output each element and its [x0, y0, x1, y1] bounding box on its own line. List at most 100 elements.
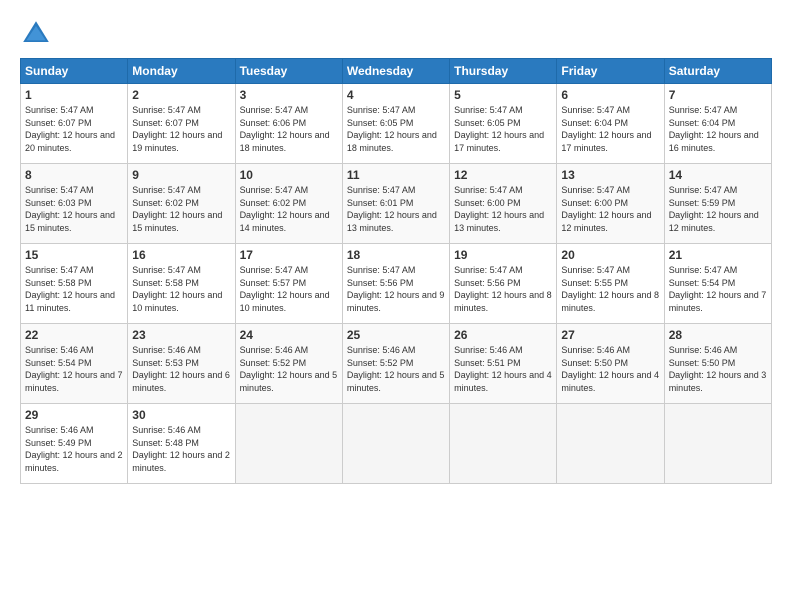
- calendar-cell: [557, 404, 664, 484]
- day-info: Sunrise: 5:46 AMSunset: 5:50 PMDaylight:…: [561, 344, 659, 394]
- day-info: Sunrise: 5:47 AMSunset: 6:05 PMDaylight:…: [454, 104, 552, 154]
- day-info: Sunrise: 5:47 AMSunset: 6:04 PMDaylight:…: [561, 104, 659, 154]
- day-number: 11: [347, 168, 445, 182]
- day-info: Sunrise: 5:46 AMSunset: 5:48 PMDaylight:…: [132, 424, 230, 474]
- calendar-cell: 7 Sunrise: 5:47 AMSunset: 6:04 PMDaylight…: [664, 84, 771, 164]
- day-number: 13: [561, 168, 659, 182]
- day-info: Sunrise: 5:47 AMSunset: 6:00 PMDaylight:…: [454, 184, 552, 234]
- day-info: Sunrise: 5:47 AMSunset: 6:02 PMDaylight:…: [132, 184, 230, 234]
- header: [20, 18, 772, 50]
- day-number: 23: [132, 328, 230, 342]
- day-number: 3: [240, 88, 338, 102]
- calendar-week-2: 8 Sunrise: 5:47 AMSunset: 6:03 PMDaylight…: [21, 164, 772, 244]
- day-info: Sunrise: 5:47 AMSunset: 5:56 PMDaylight:…: [454, 264, 552, 314]
- day-number: 19: [454, 248, 552, 262]
- day-number: 21: [669, 248, 767, 262]
- day-info: Sunrise: 5:47 AMSunset: 5:57 PMDaylight:…: [240, 264, 338, 314]
- day-number: 22: [25, 328, 123, 342]
- weekday-header-friday: Friday: [557, 59, 664, 84]
- day-number: 2: [132, 88, 230, 102]
- day-number: 28: [669, 328, 767, 342]
- calendar-cell: 9 Sunrise: 5:47 AMSunset: 6:02 PMDaylight…: [128, 164, 235, 244]
- calendar-cell: 17 Sunrise: 5:47 AMSunset: 5:57 PMDayligh…: [235, 244, 342, 324]
- day-info: Sunrise: 5:47 AMSunset: 6:01 PMDaylight:…: [347, 184, 445, 234]
- calendar-cell: 11 Sunrise: 5:47 AMSunset: 6:01 PMDayligh…: [342, 164, 449, 244]
- day-number: 27: [561, 328, 659, 342]
- day-info: Sunrise: 5:47 AMSunset: 6:07 PMDaylight:…: [132, 104, 230, 154]
- logo: [20, 18, 56, 50]
- calendar-cell: 23Sunrise: 5:46 AMSunset: 5:53 PMDayligh…: [128, 324, 235, 404]
- day-number: 12: [454, 168, 552, 182]
- day-number: 24: [240, 328, 338, 342]
- day-number: 26: [454, 328, 552, 342]
- calendar-cell: 30 Sunrise: 5:46 AMSunset: 5:48 PMDayligh…: [128, 404, 235, 484]
- day-number: 17: [240, 248, 338, 262]
- day-number: 20: [561, 248, 659, 262]
- day-number: 9: [132, 168, 230, 182]
- page: SundayMondayTuesdayWednesdayThursdayFrid…: [0, 0, 792, 494]
- day-info: Sunrise: 5:47 AMSunset: 5:55 PMDaylight:…: [561, 264, 659, 314]
- day-number: 4: [347, 88, 445, 102]
- calendar-cell: 14 Sunrise: 5:47 AMSunset: 5:59 PMDayligh…: [664, 164, 771, 244]
- day-number: 10: [240, 168, 338, 182]
- calendar-cell: 16 Sunrise: 5:47 AMSunset: 5:58 PMDayligh…: [128, 244, 235, 324]
- day-number: 7: [669, 88, 767, 102]
- day-info: Sunrise: 5:47 AMSunset: 6:05 PMDaylight:…: [347, 104, 445, 154]
- calendar-week-4: 22 Sunrise: 5:46 AMSunset: 5:54 PMDayligh…: [21, 324, 772, 404]
- calendar-cell: 6 Sunrise: 5:47 AMSunset: 6:04 PMDaylight…: [557, 84, 664, 164]
- calendar-cell: 1 Sunrise: 5:47 AMSunset: 6:07 PMDaylight…: [21, 84, 128, 164]
- weekday-header-thursday: Thursday: [450, 59, 557, 84]
- calendar-cell: 19 Sunrise: 5:47 AMSunset: 5:56 PMDayligh…: [450, 244, 557, 324]
- day-info: Sunrise: 5:47 AMSunset: 5:58 PMDaylight:…: [25, 264, 123, 314]
- day-number: 30: [132, 408, 230, 422]
- calendar-week-3: 15 Sunrise: 5:47 AMSunset: 5:58 PMDayligh…: [21, 244, 772, 324]
- calendar-cell: [450, 404, 557, 484]
- calendar-cell: [235, 404, 342, 484]
- day-number: 25: [347, 328, 445, 342]
- calendar-cell: 24 Sunrise: 5:46 AMSunset: 5:52 PMDayligh…: [235, 324, 342, 404]
- calendar-cell: 28 Sunrise: 5:46 AMSunset: 5:50 PMDayligh…: [664, 324, 771, 404]
- day-number: 8: [25, 168, 123, 182]
- day-number: 14: [669, 168, 767, 182]
- day-info: Sunrise: 5:47 AMSunset: 6:00 PMDaylight:…: [561, 184, 659, 234]
- calendar-cell: 2 Sunrise: 5:47 AMSunset: 6:07 PMDaylight…: [128, 84, 235, 164]
- calendar-cell: 22 Sunrise: 5:46 AMSunset: 5:54 PMDayligh…: [21, 324, 128, 404]
- weekday-header-monday: Monday: [128, 59, 235, 84]
- day-number: 29: [25, 408, 123, 422]
- day-info: Sunrise: 5:46 AMSunset: 5:49 PMDaylight:…: [25, 424, 123, 474]
- calendar-cell: [342, 404, 449, 484]
- day-info: Sunrise: 5:47 AMSunset: 6:06 PMDaylight:…: [240, 104, 338, 154]
- calendar-cell: 26 Sunrise: 5:46 AMSunset: 5:51 PMDayligh…: [450, 324, 557, 404]
- day-info: Sunrise: 5:47 AMSunset: 6:03 PMDaylight:…: [25, 184, 123, 234]
- day-info: Sunrise: 5:47 AMSunset: 5:58 PMDaylight:…: [132, 264, 230, 314]
- calendar-week-5: 29 Sunrise: 5:46 AMSunset: 5:49 PMDayligh…: [21, 404, 772, 484]
- calendar-cell: 8 Sunrise: 5:47 AMSunset: 6:03 PMDaylight…: [21, 164, 128, 244]
- day-info: Sunrise: 5:46 AMSunset: 5:52 PMDaylight:…: [347, 344, 445, 394]
- day-info: Sunrise: 5:47 AMSunset: 5:59 PMDaylight:…: [669, 184, 767, 234]
- day-number: 5: [454, 88, 552, 102]
- weekday-header-sunday: Sunday: [21, 59, 128, 84]
- calendar-cell: 5 Sunrise: 5:47 AMSunset: 6:05 PMDaylight…: [450, 84, 557, 164]
- day-info: Sunrise: 5:46 AMSunset: 5:50 PMDaylight:…: [669, 344, 767, 394]
- day-number: 1: [25, 88, 123, 102]
- calendar-cell: 18Sunrise: 5:47 AMSunset: 5:56 PMDayligh…: [342, 244, 449, 324]
- weekday-header-tuesday: Tuesday: [235, 59, 342, 84]
- day-info: Sunrise: 5:46 AMSunset: 5:51 PMDaylight:…: [454, 344, 552, 394]
- weekday-header-wednesday: Wednesday: [342, 59, 449, 84]
- calendar-cell: 4 Sunrise: 5:47 AMSunset: 6:05 PMDaylight…: [342, 84, 449, 164]
- calendar-week-1: 1 Sunrise: 5:47 AMSunset: 6:07 PMDaylight…: [21, 84, 772, 164]
- day-info: Sunrise: 5:46 AMSunset: 5:54 PMDaylight:…: [25, 344, 123, 394]
- day-number: 16: [132, 248, 230, 262]
- weekday-header-saturday: Saturday: [664, 59, 771, 84]
- calendar-cell: [664, 404, 771, 484]
- calendar-cell: 13 Sunrise: 5:47 AMSunset: 6:00 PMDayligh…: [557, 164, 664, 244]
- day-number: 15: [25, 248, 123, 262]
- day-number: 6: [561, 88, 659, 102]
- calendar-table: SundayMondayTuesdayWednesdayThursdayFrid…: [20, 58, 772, 484]
- calendar-cell: 29 Sunrise: 5:46 AMSunset: 5:49 PMDayligh…: [21, 404, 128, 484]
- day-info: Sunrise: 5:47 AMSunset: 5:54 PMDaylight:…: [669, 264, 767, 314]
- day-info: Sunrise: 5:47 AMSunset: 6:07 PMDaylight:…: [25, 104, 123, 154]
- day-info: Sunrise: 5:46 AMSunset: 5:52 PMDaylight:…: [240, 344, 338, 394]
- day-info: Sunrise: 5:47 AMSunset: 6:04 PMDaylight:…: [669, 104, 767, 154]
- calendar-cell: 15 Sunrise: 5:47 AMSunset: 5:58 PMDayligh…: [21, 244, 128, 324]
